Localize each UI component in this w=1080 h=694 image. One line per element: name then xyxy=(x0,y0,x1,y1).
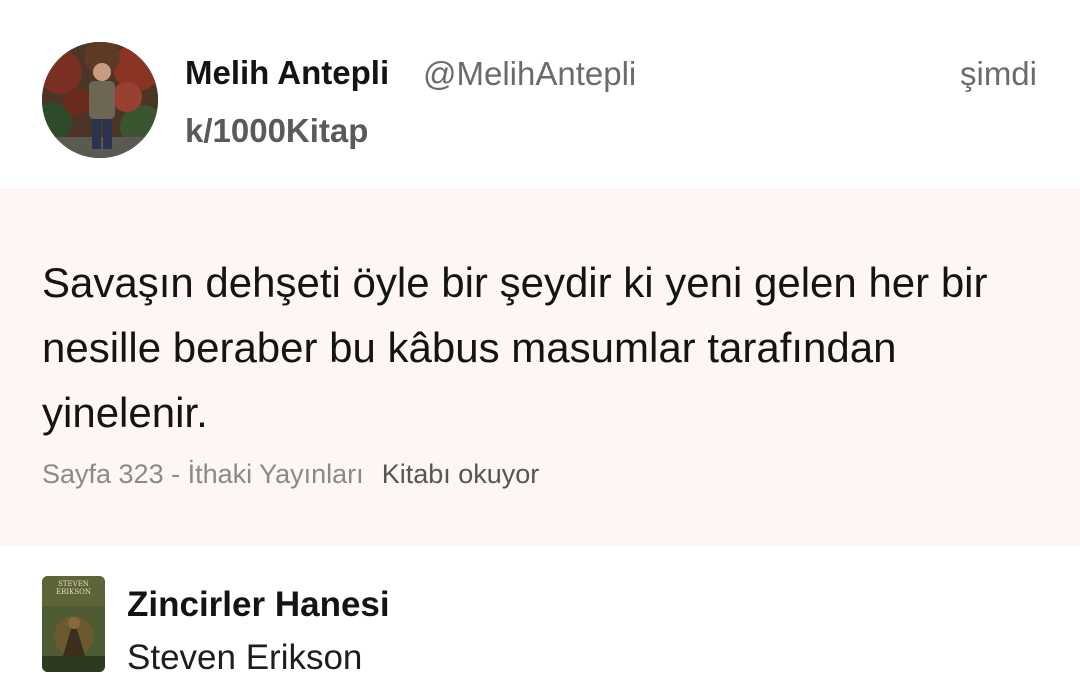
user-handle[interactable]: @MelihAntepli xyxy=(423,55,636,93)
post-page: Melih Antepli @MelihAntepli k/1000Kitap … xyxy=(0,0,1080,694)
avatar-photo xyxy=(42,42,158,158)
page-info: Sayfa 323 - İthaki Yayınları xyxy=(42,459,364,489)
book-cover-author-line1: STEVEN xyxy=(58,580,89,588)
book-author[interactable]: Steven Erikson xyxy=(127,638,362,678)
book-cover-author-line2: ERIKSON xyxy=(56,588,91,596)
community-link[interactable]: k/1000Kitap xyxy=(185,112,368,150)
user-name[interactable]: Melih Antepli xyxy=(185,54,389,92)
quote-meta: Sayfa 323 - İthaki Yayınları Kitabı okuyo… xyxy=(42,459,539,490)
book-title[interactable]: Zincirler Hanesi xyxy=(127,585,390,625)
book-cover-art: STEVEN ERIKSON xyxy=(42,576,105,672)
quote-text: Savaşın dehşeti öyle bir şeydir ki yeni … xyxy=(42,259,988,436)
post-timestamp: şimdi xyxy=(959,55,1037,92)
avatar[interactable] xyxy=(42,42,158,158)
reading-status: Kitabı okuyor xyxy=(381,459,540,489)
post-header: Melih Antepli @MelihAntepli k/1000Kitap … xyxy=(0,0,1080,188)
book-cover[interactable]: STEVEN ERIKSON xyxy=(42,576,105,672)
